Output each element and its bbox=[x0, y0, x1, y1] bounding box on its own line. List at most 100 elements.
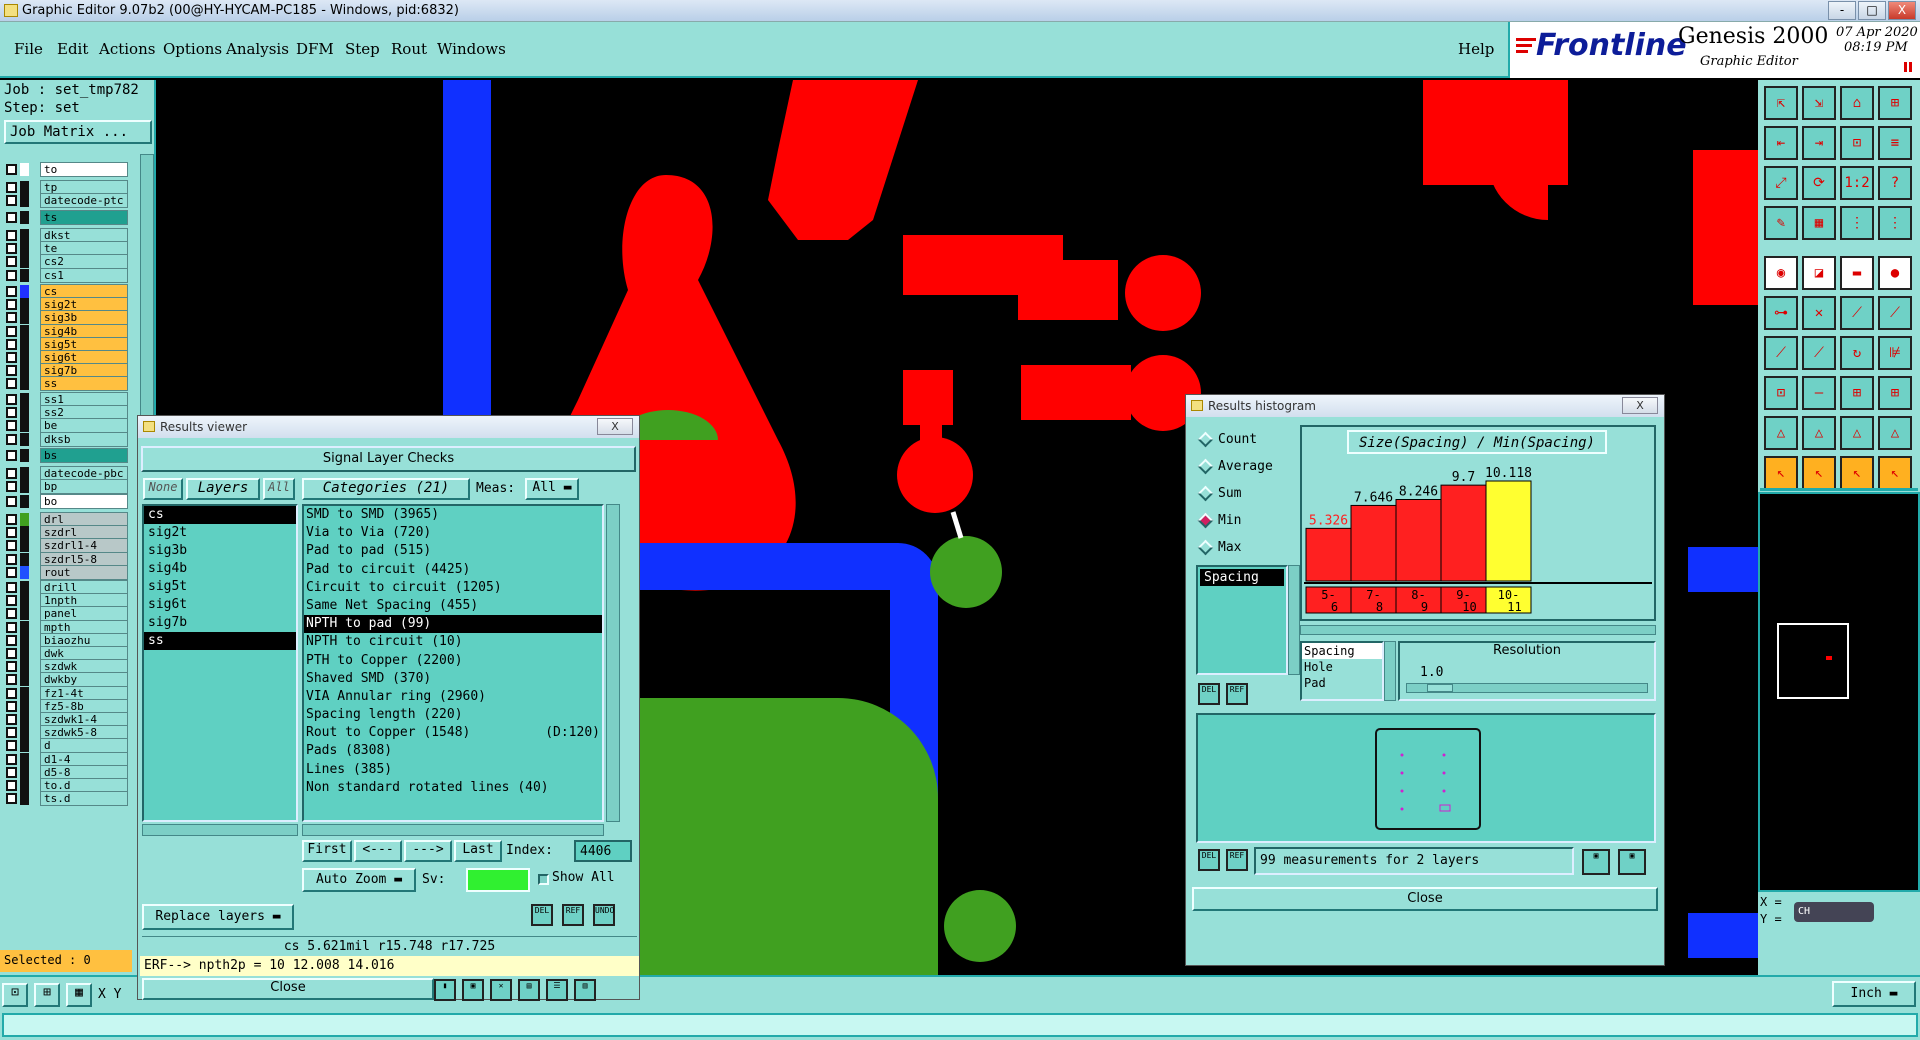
layer-checkbox[interactable] bbox=[6, 269, 17, 281]
summary-ref-button[interactable]: REF bbox=[1226, 849, 1248, 871]
layer-checkbox[interactable] bbox=[6, 566, 17, 578]
layer-checkbox[interactable] bbox=[6, 595, 17, 607]
layer-checkbox[interactable] bbox=[6, 256, 17, 268]
arrow-b-icon[interactable]: ↖ bbox=[1802, 456, 1836, 490]
histogram-chart[interactable]: Size(Spacing) / Min(Spacing) 5.3265-67.6… bbox=[1300, 425, 1656, 621]
category-item[interactable]: Pad to pad (515) bbox=[304, 542, 602, 560]
resolution-item[interactable]: Pad bbox=[1302, 675, 1382, 691]
layer-checkbox[interactable] bbox=[6, 468, 17, 479]
radio-diamond-icon[interactable] bbox=[1197, 539, 1214, 556]
mode-option-sum[interactable]: Sum bbox=[1196, 483, 1296, 505]
layer-row-cs1[interactable]: cs1 bbox=[6, 267, 128, 283]
layer-color-swatch[interactable] bbox=[20, 765, 29, 779]
result-layer-item[interactable]: sig2t bbox=[144, 524, 296, 542]
snap-a-icon[interactable]: ⋮ bbox=[1840, 206, 1874, 240]
pan-left-icon[interactable]: ⇤ bbox=[1764, 126, 1798, 160]
layer-color-swatch[interactable] bbox=[20, 268, 29, 282]
resolution-item[interactable]: Hole bbox=[1302, 659, 1382, 675]
metric-vscroll[interactable] bbox=[1288, 565, 1300, 675]
cross-icon[interactable]: ✕ bbox=[490, 979, 512, 1001]
histogram-close-button[interactable]: Close bbox=[1192, 887, 1658, 911]
layer-row-ts.d[interactable]: ts.d bbox=[6, 791, 128, 807]
layer-checkbox[interactable] bbox=[6, 195, 17, 207]
layer-color-swatch[interactable] bbox=[20, 432, 29, 446]
triangle-c-icon[interactable]: △ bbox=[1840, 416, 1874, 450]
mode-option-min[interactable]: Min bbox=[1196, 510, 1296, 532]
layer-color-swatch[interactable] bbox=[20, 406, 29, 420]
layer-color-swatch[interactable] bbox=[20, 752, 29, 766]
menu-rout[interactable]: Rout bbox=[391, 40, 427, 58]
auto-zoom-dropdown[interactable]: Auto Zoom ▬ bbox=[302, 868, 416, 892]
target-icon[interactable]: ◉ bbox=[1764, 256, 1798, 290]
layer-row-datecode-ptc[interactable]: datecode-ptc bbox=[6, 193, 128, 209]
undo-button[interactable]: UNDO bbox=[593, 904, 615, 926]
layer-color-swatch[interactable] bbox=[20, 581, 29, 594]
layer-checkbox[interactable] bbox=[6, 230, 17, 241]
board-preview[interactable] bbox=[1196, 713, 1656, 843]
layer-color-swatch[interactable] bbox=[20, 513, 29, 526]
layer-color-swatch[interactable] bbox=[20, 539, 29, 553]
layer-color-swatch[interactable] bbox=[20, 699, 29, 713]
list-icon[interactable]: ☰ bbox=[546, 979, 568, 1001]
radio-diamond-icon[interactable] bbox=[1197, 431, 1214, 448]
category-hscroll[interactable] bbox=[302, 824, 604, 836]
layer-color-swatch[interactable] bbox=[20, 163, 29, 176]
layer-checkbox[interactable] bbox=[6, 740, 17, 752]
layer-color-swatch[interactable] bbox=[20, 779, 29, 792]
histogram-bar[interactable] bbox=[1395, 499, 1442, 582]
zoom-window-icon[interactable]: ⊞ bbox=[1878, 86, 1912, 120]
layer-checkbox[interactable] bbox=[6, 582, 17, 593]
histogram-bar[interactable] bbox=[1350, 504, 1397, 582]
measure-line-icon[interactable]: — bbox=[1802, 376, 1836, 410]
layer-checkbox[interactable] bbox=[6, 212, 17, 223]
cross-icon[interactable]: ✕ bbox=[1802, 296, 1836, 330]
layer-checkbox[interactable] bbox=[6, 420, 17, 432]
layer-color-swatch[interactable] bbox=[20, 181, 29, 194]
overview-map[interactable] bbox=[1758, 492, 1920, 892]
layer-color-swatch[interactable] bbox=[20, 242, 29, 256]
layer-checkbox[interactable] bbox=[6, 182, 17, 193]
radio-diamond-icon[interactable] bbox=[1197, 485, 1214, 502]
layer-color-swatch[interactable] bbox=[20, 255, 29, 269]
layer-color-swatch[interactable] bbox=[20, 229, 29, 242]
menu-dfm[interactable]: DFM bbox=[296, 40, 334, 58]
menu-options[interactable]: Options bbox=[163, 40, 222, 58]
category-item[interactable]: Spacing length (220) bbox=[304, 706, 602, 724]
layer-color-swatch[interactable] bbox=[20, 337, 29, 351]
category-item[interactable]: Rout to Copper (1548) (D:120) bbox=[304, 724, 602, 742]
layer-checkbox[interactable] bbox=[6, 312, 17, 324]
menu-windows[interactable]: Windows bbox=[437, 40, 506, 58]
layer-color-swatch[interactable] bbox=[20, 607, 29, 621]
menu-step[interactable]: Step bbox=[345, 40, 380, 58]
minimize-button[interactable]: - bbox=[1828, 1, 1856, 20]
layer-color-swatch[interactable] bbox=[20, 633, 29, 647]
category-item[interactable]: NPTH to circuit (10) bbox=[304, 633, 602, 651]
category-item[interactable]: Circuit to circuit (1205) bbox=[304, 579, 602, 597]
snap-b-icon[interactable]: ⋮ bbox=[1878, 206, 1912, 240]
layer-color-swatch[interactable] bbox=[20, 673, 29, 687]
histogram-icon[interactable]: ▥ bbox=[574, 979, 596, 1001]
layer-color-swatch[interactable] bbox=[20, 311, 29, 325]
select-box-icon[interactable]: ◪ bbox=[1802, 256, 1836, 290]
layer-checkbox[interactable] bbox=[6, 766, 17, 778]
menu-help[interactable]: Help bbox=[1458, 40, 1494, 58]
arrow-a-icon[interactable]: ↖ bbox=[1764, 456, 1798, 490]
line-c-icon[interactable]: ⟋ bbox=[1764, 336, 1798, 370]
pan-right-icon[interactable]: ⇥ bbox=[1802, 126, 1836, 160]
rotate-icon[interactable]: ↻ bbox=[1840, 336, 1874, 370]
category-vscroll[interactable] bbox=[606, 504, 620, 822]
export-icon-2[interactable]: ▣ bbox=[1618, 849, 1646, 875]
radio-diamond-icon[interactable] bbox=[1197, 458, 1214, 475]
export-icon-1[interactable]: ▣ bbox=[1582, 849, 1610, 875]
category-item[interactable]: Lines (385) bbox=[304, 761, 602, 779]
ruler-icon[interactable]: ▬ bbox=[1840, 256, 1874, 290]
select-net-icon[interactable]: ⊡ bbox=[1764, 376, 1798, 410]
maximize-button[interactable]: □ bbox=[1858, 1, 1886, 20]
prev-button[interactable]: <--- bbox=[354, 840, 402, 862]
menu-analysis[interactable]: Analysis bbox=[226, 40, 289, 58]
layer-checkbox[interactable] bbox=[6, 338, 17, 350]
result-layer-item[interactable]: sig3b bbox=[144, 542, 296, 560]
layer-color-swatch[interactable] bbox=[20, 495, 29, 508]
mode-option-max[interactable]: Max bbox=[1196, 537, 1296, 559]
meas-dropdown[interactable]: All ▬ bbox=[525, 478, 579, 500]
